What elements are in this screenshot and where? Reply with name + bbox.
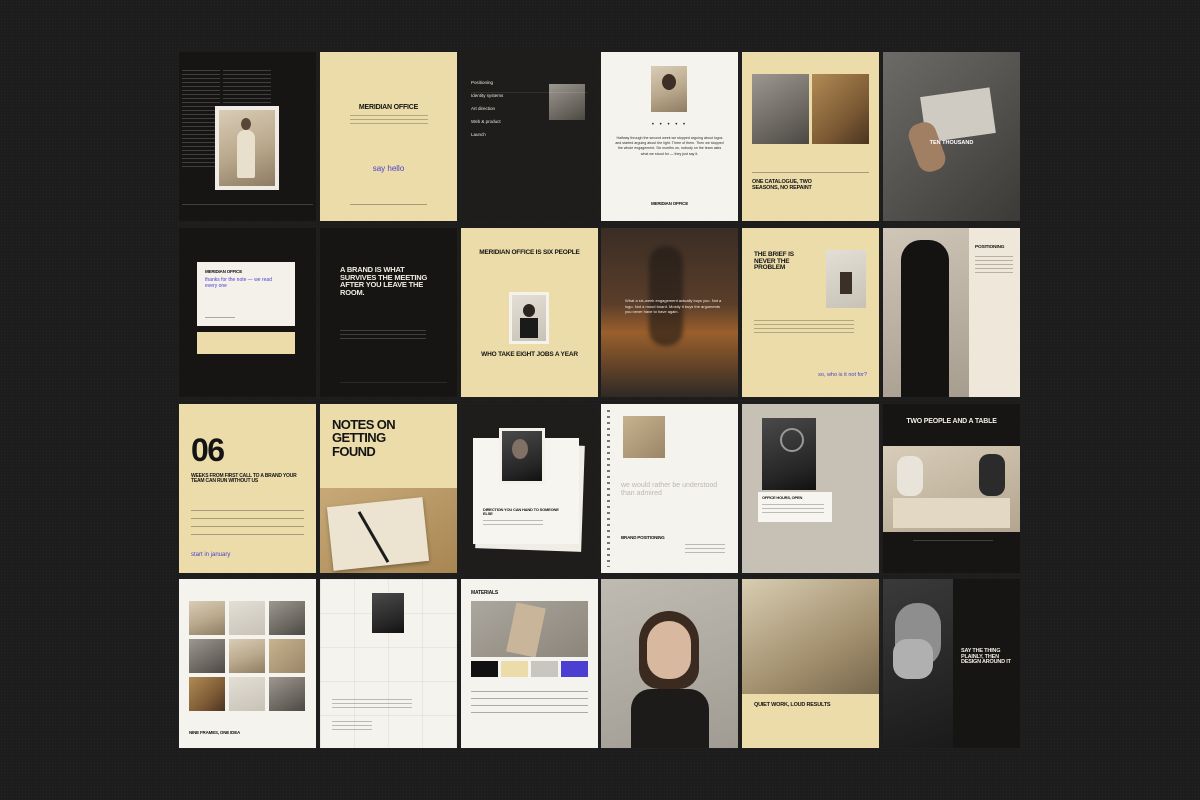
six-people-headline: MERIDIAN OFFICE IS SIX PEOPLE	[479, 249, 580, 256]
card-title: MERIDIAN OFFICE	[205, 269, 242, 274]
slide-brand-statement: A BRAND IS WHAT SURVIVES THE MEETING AFT…	[320, 228, 457, 397]
weeks-headline: WEEKS FROM FIRST CALL TO A BRAND YOUR TE…	[191, 473, 297, 485]
slide-materials: MATERIALS	[461, 579, 598, 748]
thanks-card: MERIDIAN OFFICE thanks for the note — we…	[197, 262, 295, 326]
brief-cta[interactable]: so, who is it not for?	[818, 372, 867, 378]
slide-quote-portrait: • • • • • Halfway through the second wee…	[601, 52, 738, 221]
menu-item-identity[interactable]: Identity systems	[471, 93, 503, 98]
start-link[interactable]: start in january	[191, 552, 230, 558]
quote-text: Halfway through the second week we stopp…	[615, 136, 724, 156]
hours-note: OFFICE HOURS, OPEN	[758, 492, 832, 522]
card-text: thanks for the note — we read every one	[205, 277, 272, 290]
slide-say-the-thing: SAY THE THING PLAINLY, THEN DESIGN AROUN…	[883, 579, 1020, 748]
two-people-headline: TWO PEOPLE AND A TABLE	[906, 418, 997, 425]
slide-footer: MERIDIAN OFFICE	[651, 201, 688, 206]
say-the-thing-headline: SAY THE THING PLAINLY, THEN DESIGN AROUN…	[961, 648, 1011, 666]
menu-item-art-direction[interactable]: Art direction	[471, 106, 503, 111]
hand-photo	[499, 428, 545, 484]
landscape-photo	[623, 416, 665, 458]
slide-direction: DIRECTION YOU CAN HAND TO SOMEONE ELSE	[461, 404, 598, 573]
shelf-photo	[752, 74, 809, 144]
object-photo-bw	[372, 593, 404, 633]
brand-positioning-title: BRAND POSITIONING	[621, 535, 665, 540]
slide-brand-positioning: we would rather be understood than admir…	[601, 404, 738, 573]
slide-brief: THE BRIEF IS NEVER THE PROBLEM so, who i…	[742, 228, 879, 397]
slide-poster	[320, 579, 457, 748]
slide-quiet-work: QUIET WORK, LOUD RESULTS	[742, 579, 879, 748]
slide-two-people: TWO PEOPLE AND A TABLE	[883, 404, 1020, 573]
swatch-cream	[501, 661, 528, 677]
slide-notes: NOTES ON GETTING FOUND	[320, 404, 457, 573]
face-photo	[883, 579, 953, 748]
office-hours-caption: OFFICE HOURS, OPEN	[762, 495, 803, 500]
swatch-blue	[561, 661, 588, 677]
slide-title: MERIDIAN OFFICE	[358, 104, 419, 111]
quiet-work-headline: QUIET WORK, LOUD RESULTS	[754, 702, 831, 708]
menu-item-web-product[interactable]: Web & product	[471, 119, 503, 124]
say-hello-link[interactable]: say hello	[320, 164, 457, 173]
services-menu: Positioning Identity systems Art directi…	[471, 80, 503, 137]
statement-headline: A BRAND IS WHAT SURVIVES THE MEETING AFT…	[340, 265, 428, 297]
cream-bar	[197, 332, 295, 354]
portrait-face	[647, 621, 691, 679]
slide-weeks: 06 WEEKS FROM FIRST CALL TO A BRAND YOUR…	[179, 404, 316, 573]
portrait-photo	[651, 66, 687, 112]
dress-photo	[883, 228, 969, 397]
catalogue-headline: ONE CATALOGUE, TWO SEASONS, NO REPAINT	[752, 179, 812, 191]
slide-meridian-office: MERIDIAN OFFICE say hello	[320, 52, 457, 221]
direction-caption: DIRECTION YOU CAN HAND TO SOMEONE ELSE	[483, 507, 559, 517]
nine-frames-caption: NINE FRAMES, ONE IDEA	[189, 730, 241, 735]
slide-contact-dark	[179, 52, 316, 221]
slide-services-menu: Positioning Identity systems Art directi…	[461, 52, 598, 221]
six-people-subhead: WHO TAKE EIGHT JOBS A YEAR	[481, 351, 578, 358]
understood-quote: we would rather be understood than admir…	[621, 482, 718, 498]
slide-thanks-card: MERIDIAN OFFICE thanks for the note — we…	[179, 228, 316, 397]
chair-portrait	[826, 250, 866, 308]
polaroid-photo	[215, 106, 279, 190]
spiral-binding	[607, 410, 610, 567]
slide-nine-frames: NINE FRAMES, ONE IDEA	[179, 579, 316, 748]
menu-item-launch[interactable]: Launch	[471, 132, 503, 137]
weeks-number: 06	[191, 432, 225, 468]
swatch-black	[471, 661, 498, 677]
team-portrait	[509, 292, 549, 344]
slide-catalogue: ONE CATALOGUE, TWO SEASONS, NO REPAINT	[742, 52, 879, 221]
chair-photo	[812, 74, 869, 144]
slide-positioning: POSITIONING	[883, 228, 1020, 397]
slide-motion-quote: What a six-week engagement actually buys…	[601, 228, 738, 397]
object-photo	[549, 84, 585, 120]
menu-item-positioning[interactable]: Positioning	[471, 80, 503, 85]
materials-title: MATERIALS	[471, 590, 498, 596]
slide-ten-thousand: TEN THOUSAND	[883, 52, 1020, 221]
blurred-figure	[649, 246, 683, 346]
telephone-photo	[762, 418, 816, 490]
meeting-photo	[883, 446, 1020, 532]
slide-portrait-woman	[601, 579, 738, 748]
slide-office-hours: OFFICE HOURS, OPEN	[742, 404, 879, 573]
notebook-photo	[320, 488, 457, 573]
motion-quote: What a six-week engagement actually buys…	[625, 298, 722, 315]
swatch-grey	[531, 661, 558, 677]
notes-headline: NOTES ON GETTING FOUND	[332, 417, 396, 459]
brief-headline: THE BRIEF IS NEVER THE PROBLEM	[754, 251, 794, 272]
slide-six-people: MERIDIAN OFFICE IS SIX PEOPLE WHO TAKE E…	[461, 228, 598, 397]
positioning-title: POSITIONING	[975, 245, 1005, 250]
ten-thousand-caption: TEN THOUSAND	[929, 140, 974, 146]
fabric-photo	[471, 601, 588, 657]
